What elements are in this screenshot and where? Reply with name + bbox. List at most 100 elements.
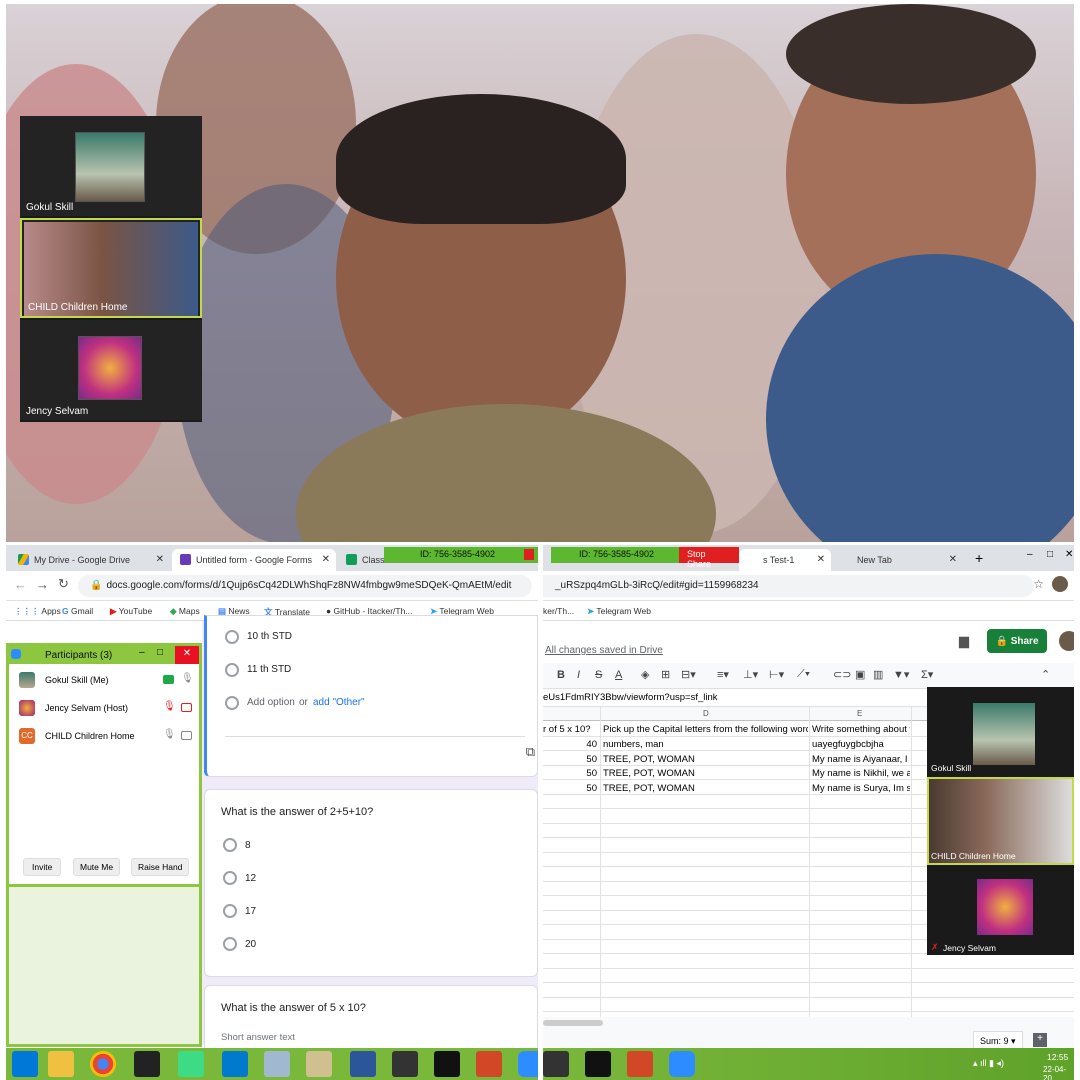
align-icon[interactable]: ≡▾ [717,668,729,681]
close-icon[interactable]: ✕ [156,554,164,565]
cmd-icon[interactable] [543,1051,569,1077]
new-tab-icon[interactable]: + [975,550,983,566]
url-field[interactable]: 🔒 docs.google.com/forms/d/1Qujp6sCq42DLWh… [78,575,532,597]
short-answer-placeholder[interactable]: Short answer text [221,1032,295,1043]
video-off-icon[interactable] [181,703,192,712]
participant-row[interactable]: CC CHILD Children Home 🎙 [17,728,195,748]
bookmark-github[interactable]: ker/Th... [543,606,574,616]
star-icon[interactable]: ☆ [1033,577,1044,591]
video-off-icon[interactable] [181,731,192,740]
participant-tile[interactable]: Jency Selvam [20,320,202,420]
profile-avatar[interactable] [1052,576,1068,592]
powerpoint-icon[interactable] [627,1051,653,1077]
filter-icon[interactable]: ▼▾ [893,668,909,681]
text-color-icon[interactable]: A [615,669,622,681]
minimize-icon[interactable]: – [1027,549,1033,560]
stop-share-button[interactable]: Stop Share [679,547,739,569]
bookmark-youtube[interactable]: ▶ YouTube [110,606,152,617]
merge-icon[interactable]: ⊟▾ [681,668,696,681]
data-cell[interactable]: My name is Aiyanaar, I am st [812,754,910,765]
close-icon[interactable]: ✕ [817,554,825,565]
header-cell[interactable]: Pick up the Capital letters from the fol… [603,724,808,735]
data-cell[interactable]: 50 [543,754,597,765]
share-button[interactable]: 🔒 Share [987,629,1047,653]
bookmark-telegram[interactable]: ➤ Telegram Web [587,606,651,617]
powerpoint-icon[interactable] [476,1051,502,1077]
chrome-icon[interactable] [90,1051,116,1077]
video-on-icon[interactable] [163,675,174,684]
data-cell[interactable]: numbers, man [603,739,808,750]
add-other-link[interactable]: add "Other" [313,697,365,708]
url-field[interactable]: _uRSzpq4mGLb-3iRcQ/edit#gid=1159968234 [543,575,1034,597]
participant-tile[interactable]: ✗ Jency Selvam [927,867,1074,955]
link-icon[interactable]: ⊂⊃ [833,668,851,681]
save-status[interactable]: All changes saved in Drive [545,645,663,656]
raise-hand-button[interactable]: Raise Hand [131,858,190,876]
data-cell[interactable]: TREE, POT, WOMAN [603,768,808,779]
bold-icon[interactable]: B [557,669,565,681]
insert-comment-icon[interactable]: ▣ [855,668,865,681]
pycharm-icon[interactable] [434,1051,460,1077]
radio-button[interactable] [223,937,237,951]
comment-icon[interactable]: ▆ [959,633,969,649]
invite-button[interactable]: Invite [23,858,62,876]
radio-button[interactable] [223,871,237,885]
radio-button[interactable] [223,838,237,852]
participant-row[interactable]: Gokul Skill (Me) 🎙 [17,672,195,692]
tab-my-drive[interactable]: My Drive - Google Drive ✕ [10,549,170,571]
tab-sheet[interactable]: s Test-1 ✕ [739,549,831,571]
mic-icon[interactable]: 🎙 [181,673,194,684]
scroll-thumb[interactable] [543,1020,603,1026]
sheet-scrollbar[interactable] [543,1017,1074,1031]
paint-icon[interactable] [306,1051,332,1077]
data-cell[interactable]: uayegfuygbcbjha [812,739,910,750]
participant-tile-active[interactable]: CHILD Children Home [927,777,1074,865]
data-cell[interactable]: 50 [543,783,597,794]
italic-icon[interactable]: I [577,669,580,681]
close-window-icon[interactable]: ✕ [1065,549,1073,560]
stop-icon[interactable] [524,549,534,560]
column-header[interactable]: E [857,709,862,718]
bookmark-apps[interactable]: ⋮⋮⋮ Apps [14,606,61,617]
reload-icon[interactable]: ↻ [58,576,69,592]
column-header[interactable]: D [703,709,709,718]
maximize-icon[interactable]: □ [1047,549,1053,560]
data-cell[interactable]: TREE, POT, WOMAN [603,754,808,765]
pycharm-icon[interactable] [585,1051,611,1077]
tab-new-tab[interactable]: New Tab ✕ [833,549,963,571]
participant-row[interactable]: Jency Selvam (Host) 🎙 [17,700,195,720]
zoom-icon[interactable] [669,1051,695,1077]
close-icon[interactable]: ✕ [322,554,330,565]
data-cell[interactable]: My name is Surya, Im studyin [812,783,910,794]
copy-icon[interactable]: ⧉ [526,744,535,760]
system-tray-icons[interactable]: ▴ ıll ▮ ◂) [973,1058,1004,1069]
vscode-icon[interactable] [222,1051,248,1077]
bookmark-maps[interactable]: ◆ Maps [170,606,200,617]
participant-tile[interactable]: Gokul Skill [20,116,202,216]
clock-date[interactable]: 22-04-20 [1043,1065,1074,1080]
borders-icon[interactable]: ⊞ [661,668,670,681]
strikethrough-icon[interactable]: S [595,669,602,681]
clock-time[interactable]: 12:55 [1047,1052,1068,1062]
app-icon[interactable] [264,1051,290,1077]
android-studio-icon[interactable] [178,1051,204,1077]
functions-icon[interactable]: Σ▾ [921,668,933,681]
bookmark-gmail[interactable]: G Gmail [62,606,93,616]
radio-button[interactable] [225,630,239,644]
forward-icon[interactable]: → [36,577,49,592]
radio-button[interactable] [225,663,239,677]
mute-me-button[interactable]: Mute Me [73,858,121,876]
avatar[interactable] [1059,631,1074,651]
maximize-icon[interactable]: □ [157,647,163,658]
minimize-icon[interactable]: – [139,647,145,658]
close-icon[interactable]: ✕ [175,646,199,664]
word-icon[interactable] [350,1051,376,1077]
mic-muted-icon[interactable]: 🎙 [163,701,176,712]
collapse-icon[interactable]: ⌃ [1041,668,1050,681]
participant-tile[interactable]: Gokul Skill [927,687,1074,775]
tab-google-forms[interactable]: Untitled form - Google Forms ✕ [172,549,336,571]
file-explorer-icon[interactable] [48,1051,74,1077]
data-cell[interactable]: My name is Nikhil, we are 43 [812,768,910,779]
data-cell[interactable]: 40 [543,739,597,750]
data-cell[interactable]: TREE, POT, WOMAN [603,783,808,794]
